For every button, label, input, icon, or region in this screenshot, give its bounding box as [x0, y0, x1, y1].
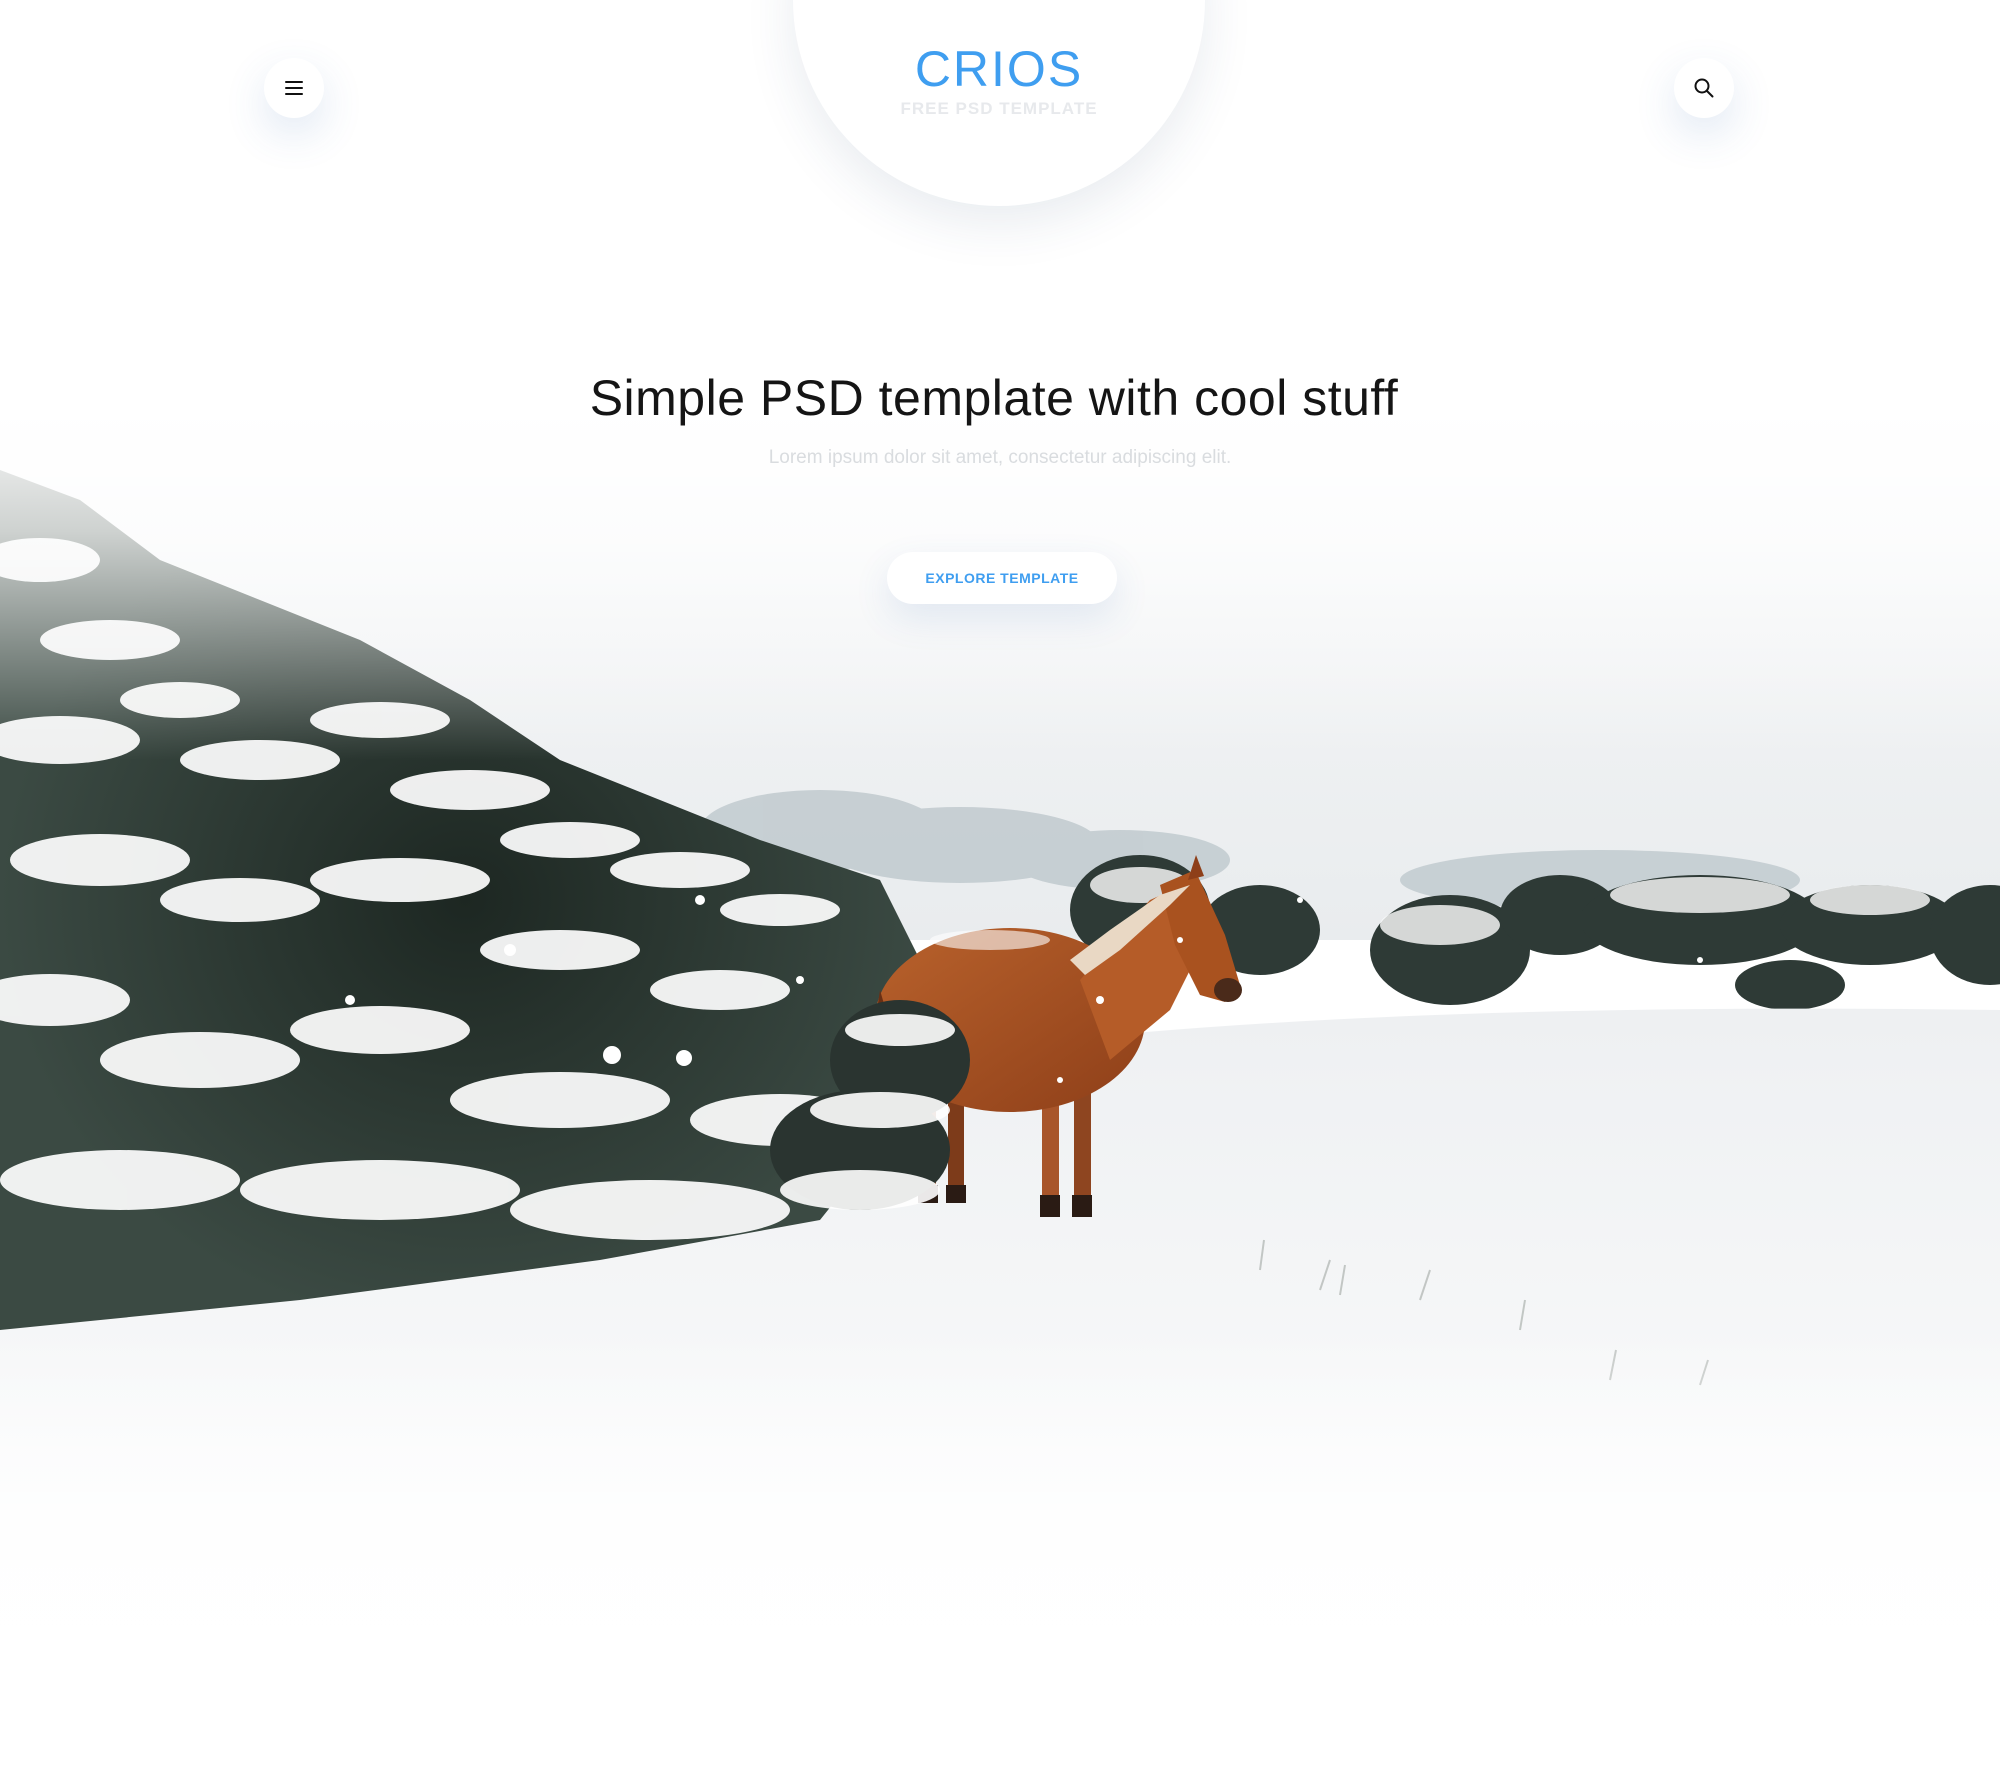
logo-title: CRIOS: [914, 41, 1084, 97]
search-button[interactable]: [1674, 58, 1734, 118]
logo-subtitle: FREE PSD TEMPLATE: [900, 99, 1098, 118]
hamburger-menu-icon: [285, 81, 303, 95]
hero-subtitle: Lorem ipsum dolor sit amet, consectetur …: [768, 447, 1232, 468]
hero-background-image: [0, 0, 2000, 1767]
hero-title: Simple PSD template with cool stuff: [589, 370, 1399, 426]
search-icon: [1694, 78, 1714, 98]
landing-page: CRIOS FREE PSD TEMPLATE Simple PSD templ…: [0, 0, 2000, 1767]
explore-template-button[interactable]: EXPLORE TEMPLATE: [887, 552, 1117, 604]
menu-button[interactable]: [264, 58, 324, 118]
